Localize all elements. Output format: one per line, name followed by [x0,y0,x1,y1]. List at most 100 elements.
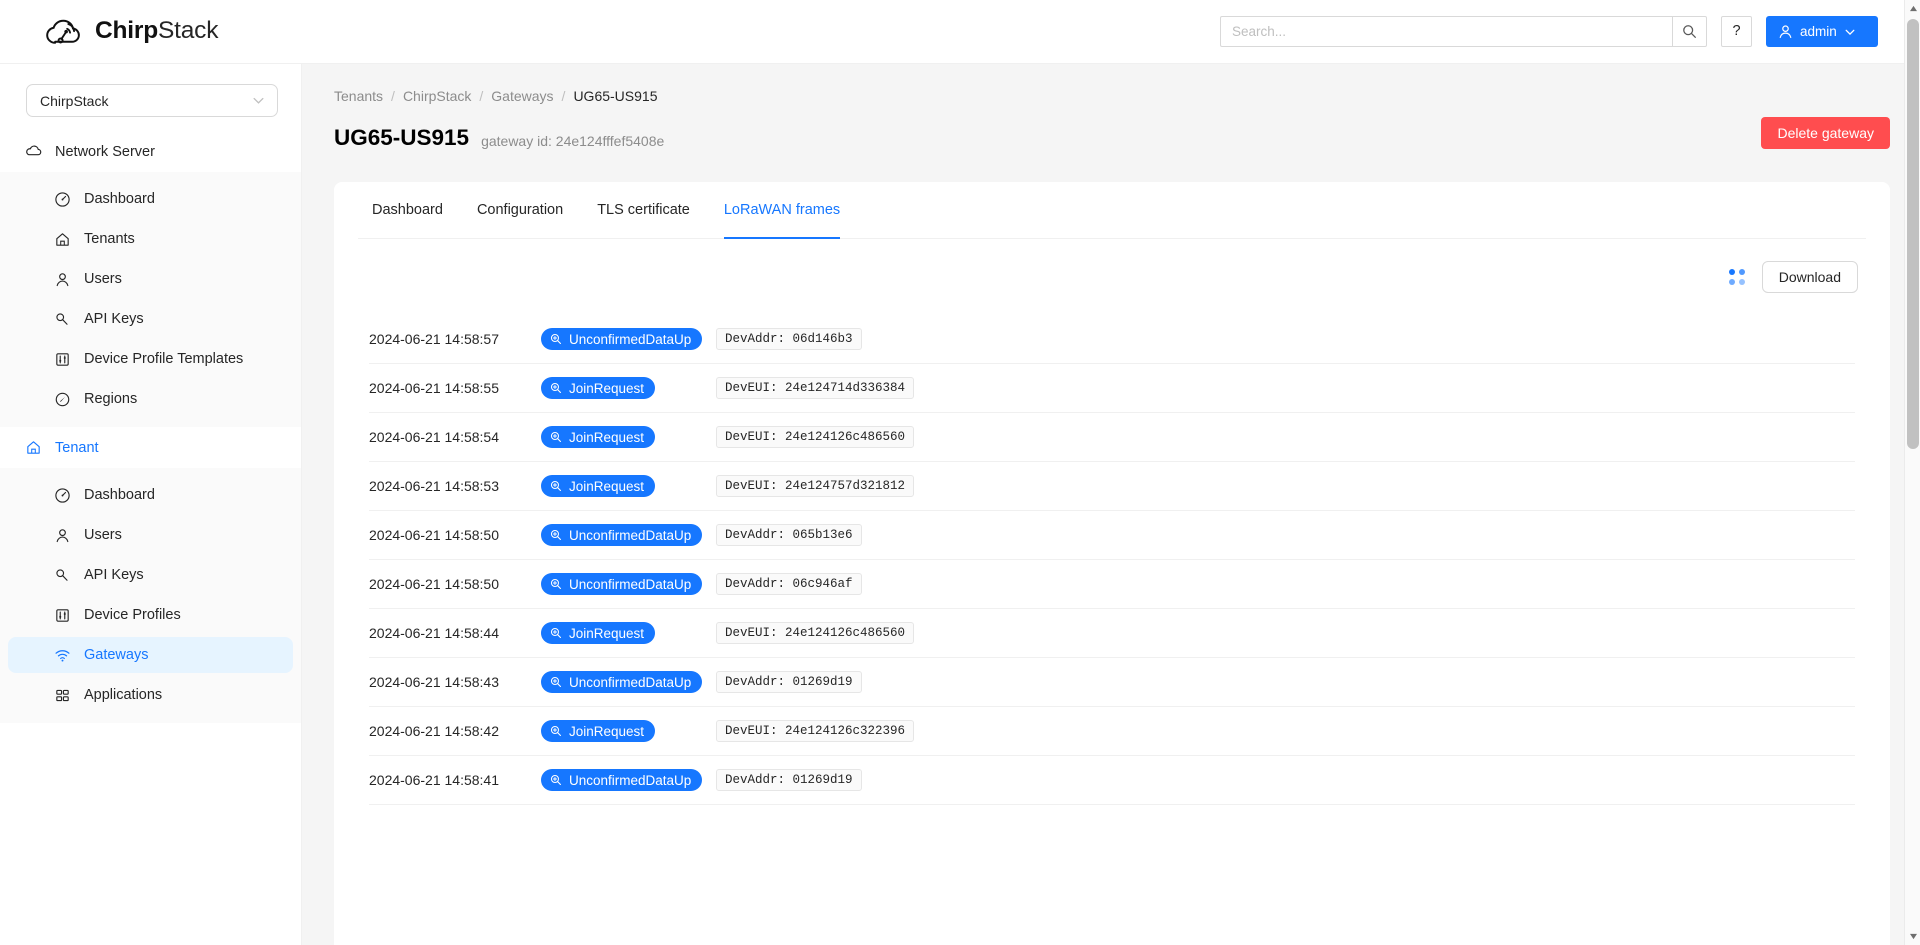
top-header: ChirpStack ? admin [0,0,1920,64]
sidebar-item-label: API Keys [84,567,144,583]
frame-tag: DevEUI: 24e124757d321812 [716,475,915,497]
sidebar-item-label: Applications [84,687,163,703]
scrollbar-thumb[interactable] [1907,19,1919,449]
breadcrumb-item-chirpstack[interactable]: ChirpStack [403,88,471,104]
chirpstack-logo[interactable]: ChirpStack [44,17,218,47]
sidebar-item-tenants[interactable]: Tenants [0,221,293,257]
sidebar-item-label: Device Profiles [84,607,181,623]
sidebar-item-device-profiles[interactable]: Device Profiles [0,597,293,633]
sidebar-submenu-network-server: Dashboard Tenants Users API Keys Device … [0,172,301,427]
body-row: ChirpStack Network Server Dashboard Tena… [0,64,1920,945]
sidebar-item-device-profile-templates[interactable]: Device Profile Templates [0,341,293,377]
frame-type-badge[interactable]: UnconfirmedDataUp [541,573,703,595]
frame-timestamp: 2024-06-21 14:58:54 [369,429,499,445]
user-icon [1779,25,1792,39]
frame-type-badge[interactable]: JoinRequest [541,475,656,497]
user-icon [54,271,71,288]
frame-tags: DevEUI: 24e124126c486560 [716,622,915,644]
page-title-row: UG65-US915 gateway id: 24e124fffef5408e … [334,117,1890,151]
sidebar-group-tenant[interactable]: Tenant [0,427,301,468]
sidebar-item-tenant-api-keys[interactable]: API Keys [0,557,293,593]
frame-type-badge[interactable]: UnconfirmedDataUp [541,671,703,693]
delete-gateway-button[interactable]: Delete gateway [1761,117,1890,149]
frame-type-cell: JoinRequest [541,426,716,448]
table-row[interactable]: 2024-06-21 14:58:53 JoinRequest DevEUI: … [369,462,1855,511]
table-row[interactable]: 2024-06-21 14:58:50 UnconfirmedDataUp De… [369,511,1855,560]
search-button[interactable] [1672,16,1707,47]
table-row[interactable]: 2024-06-21 14:58:57 UnconfirmedDataUp De… [369,315,1855,364]
sidebar-item-dashboard[interactable]: Dashboard [0,181,293,217]
breadcrumb-separator: / [479,88,484,104]
frame-type-badge[interactable]: JoinRequest [541,377,656,399]
frame-type-label: JoinRequest [569,380,645,396]
frame-type-label: JoinRequest [569,723,645,739]
wifi-icon [54,647,71,664]
frame-tags: DevAddr: 01269d19 [716,671,862,693]
scroll-down-button[interactable] [1905,928,1920,945]
frames-toolbar: Download [358,239,1866,315]
frame-type-badge[interactable]: UnconfirmedDataUp [541,769,703,791]
help-button[interactable]: ? [1721,16,1752,47]
table-row[interactable]: 2024-06-21 14:58:54 JoinRequest DevEUI: … [369,413,1855,462]
frame-tags: DevAddr: 06c946af [716,573,862,595]
sidebar-item-applications[interactable]: Applications [0,677,293,713]
frame-tags: DevAddr: 06d146b3 [716,328,862,350]
frame-type-badge[interactable]: JoinRequest [541,622,656,644]
sidebar-item-api-keys[interactable]: API Keys [0,301,293,337]
sidebar-item-users[interactable]: Users [0,261,293,297]
table-row[interactable]: 2024-06-21 14:58:44 JoinRequest DevEUI: … [369,609,1855,658]
gateway-detail-card: Dashboard Configuration TLS certificate … [334,182,1890,945]
dashboard-gauge-icon [54,191,71,208]
sidebar-item-tenant-users[interactable]: Users [0,517,293,553]
sidebar-item-label: Users [84,527,122,543]
breadcrumb-item-tenants[interactable]: Tenants [334,88,383,104]
sidebar-item-regions[interactable]: Regions [0,381,293,417]
frame-type-badge[interactable]: JoinRequest [541,720,656,742]
frame-type-cell: UnconfirmedDataUp [541,328,716,350]
brand-text-bold: Chirp [95,17,158,45]
tenant-selector[interactable]: ChirpStack [26,84,278,117]
sidebar-item-tenant-dashboard[interactable]: Dashboard [0,477,293,513]
zoom-in-icon [550,578,562,590]
frame-type-badge[interactable]: UnconfirmedDataUp [541,524,703,546]
frame-tag: DevAddr: 06c946af [716,573,862,595]
page-scrollbar[interactable] [1904,0,1920,945]
frame-type-badge[interactable]: JoinRequest [541,426,656,448]
table-row[interactable]: 2024-06-21 14:58:55 JoinRequest DevEUI: … [369,364,1855,413]
frame-type-cell: JoinRequest [541,377,716,399]
frame-tag: DevEUI: 24e124126c486560 [716,622,915,644]
chevron-down-icon [253,97,264,104]
key-icon [54,311,71,328]
tab-lorawan-frames[interactable]: LoRaWAN frames [723,182,841,239]
frame-timestamp: 2024-06-21 14:58:53 [369,478,499,494]
sidebar-item-label: Dashboard [84,191,155,207]
frame-type-badge[interactable]: UnconfirmedDataUp [541,328,703,350]
search-input[interactable] [1220,16,1672,47]
frame-type-label: JoinRequest [569,478,645,494]
frame-tag: DevEUI: 24e124714d336384 [716,377,915,399]
table-row[interactable]: 2024-06-21 14:58:41 UnconfirmedDataUp De… [369,756,1855,805]
tab-tls-certificate[interactable]: TLS certificate [597,182,690,239]
sidebar-group-network-server[interactable]: Network Server [0,131,301,172]
breadcrumb-item-gateways[interactable]: Gateways [491,88,553,104]
tab-configuration[interactable]: Configuration [477,182,563,239]
user-menu-button[interactable]: admin [1766,16,1878,47]
download-button[interactable]: Download [1761,261,1858,293]
app-window: ChirpStack ? admin [0,0,1920,945]
table-row[interactable]: 2024-06-21 14:58:43 UnconfirmedDataUp De… [369,658,1855,707]
frame-tag: DevAddr: 06d146b3 [716,328,862,350]
breadcrumb-separator: / [561,88,566,104]
zoom-in-icon [550,774,562,786]
table-row[interactable]: 2024-06-21 14:58:50 UnconfirmedDataUp De… [369,560,1855,609]
key-icon [54,567,71,584]
scroll-up-button[interactable] [1905,0,1920,17]
frame-type-cell: JoinRequest [541,720,716,742]
frame-tag: DevEUI: 24e124126c486560 [716,426,915,448]
table-row[interactable]: 2024-06-21 14:58:42 JoinRequest DevEUI: … [369,707,1855,756]
frame-tags: DevAddr: 065b13e6 [716,524,862,546]
frame-timestamp: 2024-06-21 14:58:50 [369,527,499,543]
zoom-in-icon [550,529,562,541]
sidebar-item-gateways[interactable]: Gateways [8,637,293,673]
zoom-in-icon [550,676,562,688]
tab-dashboard[interactable]: Dashboard [372,182,443,239]
